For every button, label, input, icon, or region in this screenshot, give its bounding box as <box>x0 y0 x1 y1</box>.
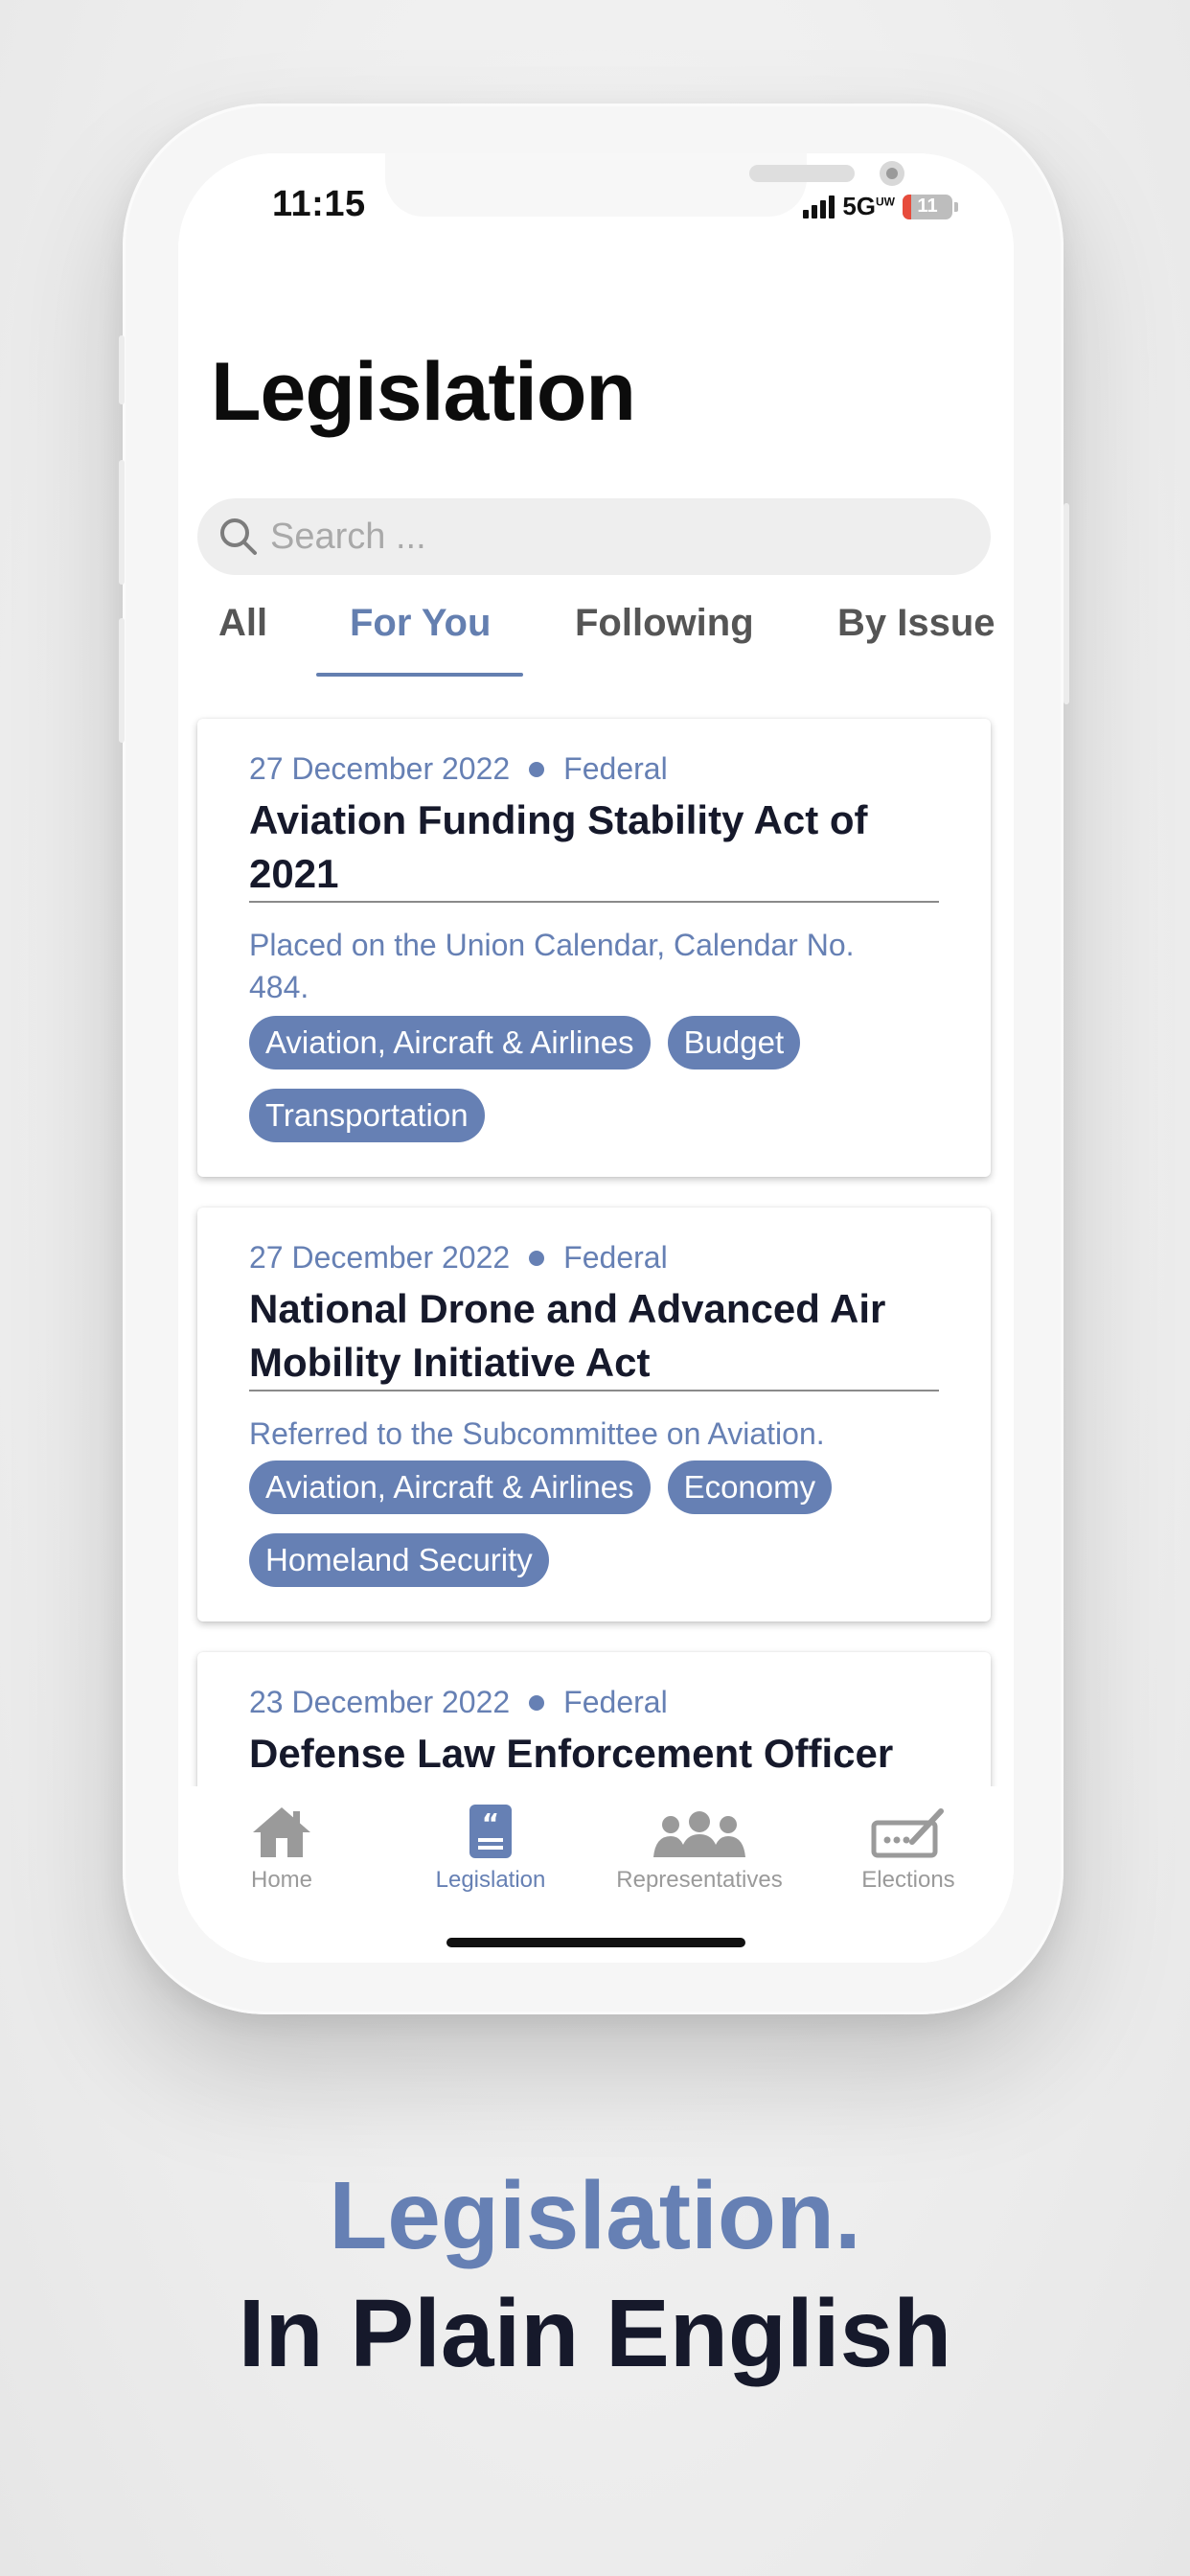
tabbar-label: Representatives <box>616 1867 783 1893</box>
tag-list: Aviation, Aircraft & Airlines Economy Ho… <box>249 1460 958 1587</box>
tag-list: Aviation, Aircraft & Airlines Budget Tra… <box>249 1016 958 1142</box>
ballot-icon <box>812 1798 1004 1859</box>
search-icon <box>217 515 261 559</box>
bill-date: 23 December 2022 <box>249 1685 511 1719</box>
tag-chip[interactable]: Transportation <box>249 1089 485 1142</box>
status-time: 11:15 <box>272 184 366 224</box>
marketing-headline: Legislation. <box>329 2162 861 2269</box>
phone-screen: 11:15 5GUW 11 Legislation Search ... All… <box>178 153 1014 1963</box>
bill-level: Federal <box>563 1685 668 1719</box>
network-label: 5GUW <box>842 192 895 220</box>
search-input[interactable]: Search ... <box>270 517 426 558</box>
bill-title[interactable]: National Drone and Advanced Air Mobility… <box>249 1282 939 1390</box>
home-indicator <box>446 1938 745 1947</box>
tabbar-legislation[interactable]: “ Legislation <box>395 1798 586 1894</box>
tabbar-label: Elections <box>861 1867 955 1893</box>
tabbar-home[interactable]: Home <box>186 1798 378 1894</box>
speaker <box>749 165 855 182</box>
signal-icon <box>803 195 835 218</box>
phone-side-button <box>119 618 125 743</box>
people-icon <box>604 1798 795 1859</box>
search-bar[interactable]: Search ... <box>197 498 991 575</box>
bill-level: Federal <box>563 751 668 786</box>
tag-chip[interactable]: Aviation, Aircraft & Airlines <box>249 1016 651 1070</box>
battery-icon: 11 <box>903 194 952 219</box>
bill-card[interactable]: 27 December 2022 Federal Aviation Fundin… <box>197 719 991 1177</box>
active-tab-indicator <box>316 673 523 677</box>
filter-tabs: All For You Following By Issue <box>178 602 1014 678</box>
quote-document-icon: “ <box>395 1798 586 1859</box>
tabbar-elections[interactable]: Elections <box>812 1798 1004 1894</box>
bottom-tab-bar: Home “ Legislation Representatives Elect… <box>178 1786 1014 1963</box>
bill-title[interactable]: Aviation Funding Stability Act of 2021 <box>249 794 939 901</box>
tabbar-representatives[interactable]: Representatives <box>604 1798 795 1894</box>
page-title: Legislation <box>211 346 636 438</box>
battery-level: 11 <box>917 196 938 217</box>
tag-chip[interactable]: Aviation, Aircraft & Airlines <box>249 1460 651 1514</box>
tab-by-issue[interactable]: By Issue <box>837 602 995 645</box>
notch <box>385 153 904 217</box>
bill-meta: 27 December 2022 Federal <box>249 1240 668 1276</box>
tag-chip[interactable]: Homeland Security <box>249 1533 549 1587</box>
divider <box>249 1390 939 1392</box>
marketing-subheadline: In Plain English <box>238 2280 952 2387</box>
bill-status: Placed on the Union Calendar, Calendar N… <box>249 928 855 1004</box>
tabbar-label: Legislation <box>435 1867 546 1893</box>
tag-chip[interactable]: Budget <box>667 1016 801 1070</box>
tab-following[interactable]: Following <box>575 602 754 645</box>
tag-chip[interactable]: Economy <box>667 1460 833 1514</box>
separator-dot <box>529 1250 545 1266</box>
phone-side-button <box>119 460 125 585</box>
separator-dot <box>529 761 545 777</box>
camera <box>880 161 904 186</box>
bill-title[interactable]: Defense Law Enforcement Officer <box>249 1727 977 1781</box>
tab-all[interactable]: All <box>218 602 267 645</box>
bill-date: 27 December 2022 <box>249 751 511 786</box>
bill-status: Referred to the Subcommittee on Aviation… <box>249 1416 825 1451</box>
status-indicators: 5GUW 11 <box>803 192 958 221</box>
bill-meta: 23 December 2022 Federal <box>249 1685 668 1720</box>
tabbar-label: Home <box>250 1867 313 1893</box>
phone-side-button <box>119 335 125 404</box>
bill-level: Federal <box>563 1240 668 1275</box>
svg-text:“: “ <box>482 1807 499 1839</box>
bill-date: 27 December 2022 <box>249 1240 511 1275</box>
separator-dot <box>529 1694 545 1711</box>
phone-side-button <box>1064 503 1069 704</box>
home-icon <box>186 1798 378 1859</box>
divider <box>249 901 939 903</box>
tab-for-you[interactable]: For You <box>350 602 491 645</box>
bill-card[interactable]: 27 December 2022 Federal National Drone … <box>197 1208 991 1622</box>
bill-meta: 27 December 2022 Federal <box>249 751 668 787</box>
